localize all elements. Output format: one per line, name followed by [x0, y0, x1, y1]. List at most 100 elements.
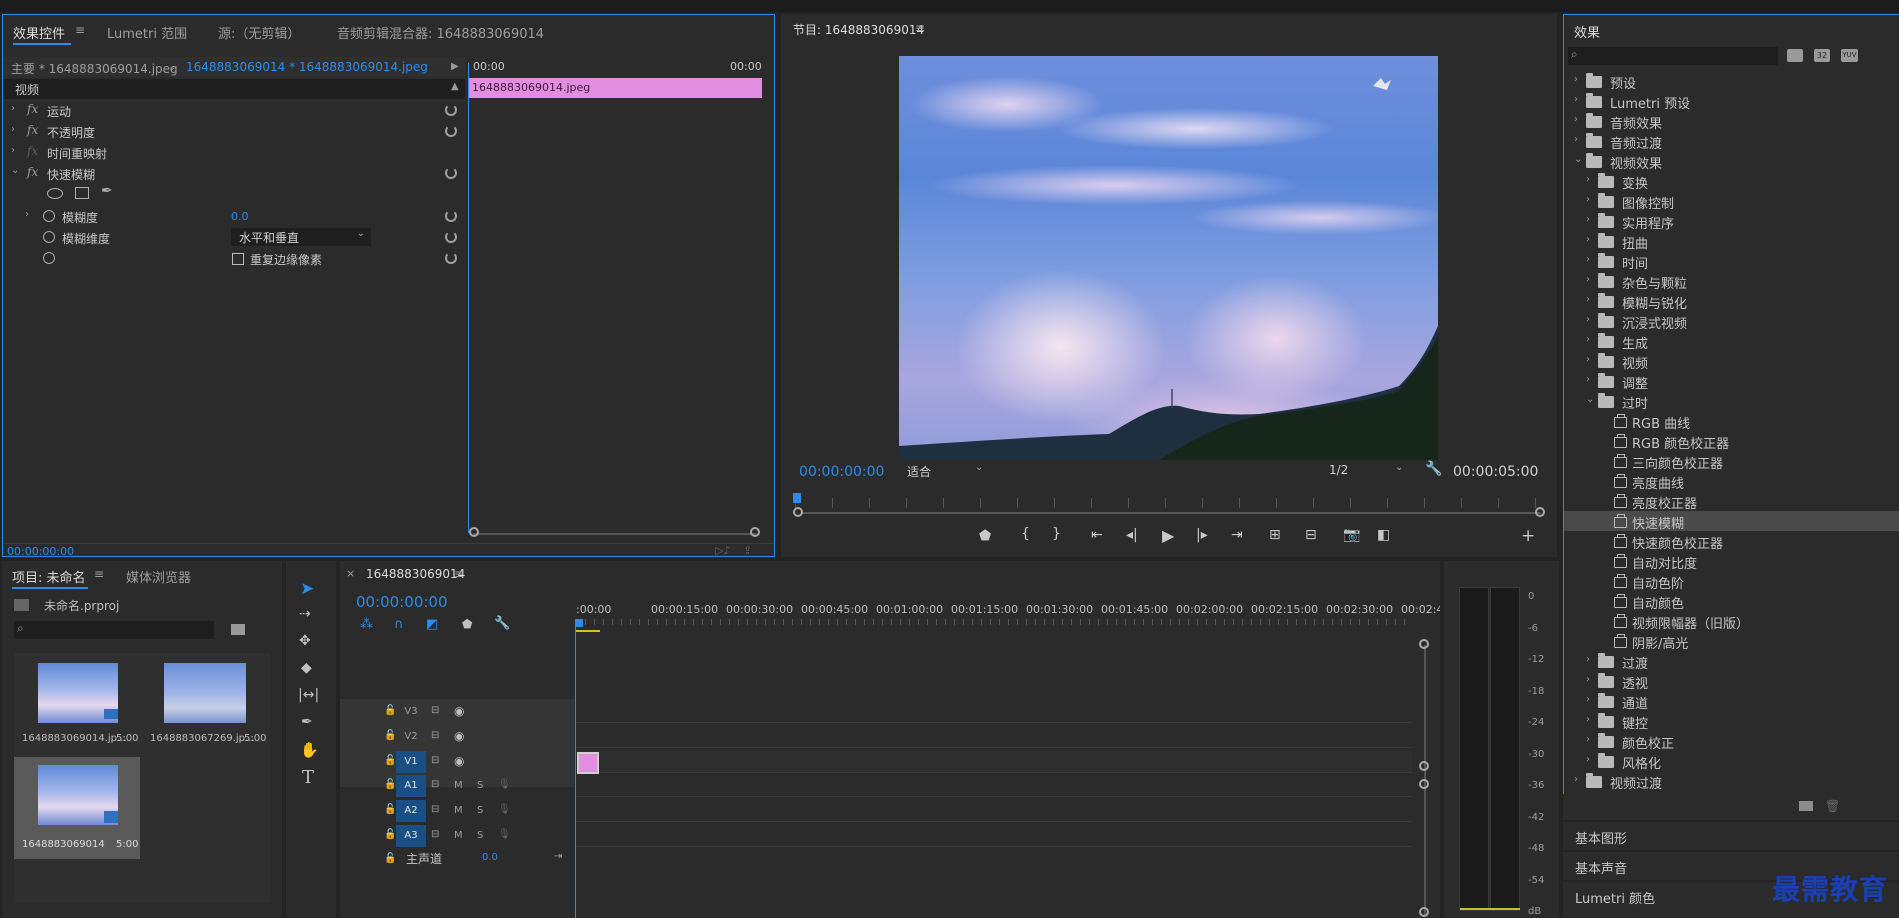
mute-button[interactable]: M [454, 780, 463, 791]
master-track-value[interactable]: 0.0 [482, 852, 498, 863]
tree-item[interactable]: › 风格化 [1564, 751, 1899, 772]
lock-icon[interactable]: 🔓 [384, 779, 396, 790]
tree-item[interactable]: › 变换 [1564, 171, 1899, 192]
program-time-ruler[interactable] [795, 498, 1557, 508]
expand-chevron-icon[interactable]: › [1586, 354, 1590, 365]
sync-lock-icon[interactable]: ⊟ [431, 829, 439, 840]
master-track-lane[interactable] [576, 849, 1412, 871]
expand-chevron-icon[interactable]: › [1586, 234, 1590, 245]
mute-button[interactable]: M [454, 805, 463, 816]
sync-lock-icon[interactable]: ⊟ [431, 755, 439, 766]
expand-chevron-icon[interactable]: › [1586, 674, 1590, 685]
project-item-selected[interactable]: 1648883069014 5:00 [14, 757, 140, 859]
tree-item[interactable]: › 生成 [1564, 331, 1899, 352]
expand-chevron-icon[interactable]: › [11, 103, 15, 114]
pen-tool-icon[interactable]: ✒ [301, 714, 313, 730]
lock-icon[interactable]: 🔓 [384, 705, 396, 716]
yuv-effects-icon[interactable]: YUV [1841, 49, 1858, 62]
sync-lock-icon[interactable]: ⊟ [431, 779, 439, 790]
mute-button[interactable]: M [454, 830, 463, 841]
tree-item[interactable]: ⌄ 视频效果 [1564, 151, 1899, 172]
slip-tool-icon[interactable]: |↔| [298, 687, 319, 703]
settings-wrench-icon[interactable]: 🔧 [1425, 461, 1442, 477]
track-lane[interactable] [576, 751, 1412, 773]
program-timecode[interactable]: 00:00:00:00 [799, 464, 884, 480]
ec-playhead[interactable] [468, 63, 469, 533]
reset-icon[interactable] [445, 210, 457, 222]
close-tab-icon[interactable]: × [346, 567, 355, 580]
comparison-icon[interactable]: ◧ [1377, 527, 1390, 543]
expand-chevron-icon[interactable]: › [11, 124, 15, 135]
delete-icon[interactable]: 🗑 [1825, 799, 1840, 813]
expand-chevron-icon[interactable]: › [11, 145, 15, 156]
expand-chevron-icon[interactable]: › [1586, 654, 1590, 665]
track-lane[interactable] [576, 701, 1412, 723]
menu-icon[interactable]: ≡ [454, 567, 464, 581]
effect-row-motion[interactable]: › fx 运动 [3, 100, 465, 121]
blur-dimension-select[interactable]: 水平和垂直 ⌄ [231, 228, 371, 246]
add-marker-icon[interactable]: ⬟ [462, 617, 472, 631]
eye-icon[interactable]: ◉ [454, 704, 464, 718]
tree-item[interactable]: › 颜色校正 [1564, 731, 1899, 752]
expand-chevron-icon[interactable]: › [1586, 334, 1590, 345]
extract-icon[interactable]: ⊟ [1305, 527, 1317, 543]
mic-icon[interactable]: 🎙 [498, 779, 511, 790]
repeat-edge-checkbox[interactable] [232, 253, 244, 265]
mark-in-icon[interactable]: { [1021, 526, 1030, 542]
track-target-a1[interactable]: A1 [396, 775, 426, 797]
expand-chevron-icon[interactable]: › [1586, 294, 1590, 305]
expand-chevron-icon[interactable]: › [1586, 734, 1590, 745]
timeline-settings-icon[interactable]: 🔧 [494, 616, 510, 631]
menu-icon[interactable]: ≡ [915, 21, 925, 35]
stopwatch-icon[interactable] [43, 210, 55, 222]
track-target-v2[interactable]: V2 [396, 726, 426, 748]
sequence-clip-label[interactable]: 1648883069014 * 1648883069014.jpeg [186, 60, 428, 74]
collapse-chevron-icon[interactable]: ⌄ [1586, 394, 1594, 405]
tree-item[interactable]: › 实用程序 [1564, 211, 1899, 232]
expand-chevron-icon[interactable]: › [1586, 694, 1590, 705]
tab-lumetri-scopes[interactable]: Lumetri 范围 [107, 23, 187, 42]
project-item[interactable]: 1648883069014.jp... 5:00 [14, 653, 140, 755]
expand-chevron-icon[interactable]: › [1586, 374, 1590, 385]
tree-item[interactable]: › 音频过渡 [1564, 131, 1899, 152]
tab-project[interactable]: 项目: 未命名 [12, 567, 86, 586]
mic-icon[interactable]: 🎙 [498, 804, 511, 815]
tree-item[interactable]: 自动颜色 [1564, 591, 1899, 612]
tree-item[interactable]: › 过渡 [1564, 651, 1899, 672]
scroll-handle-left[interactable] [469, 527, 479, 537]
effect-row-fast-blur[interactable]: ⌄ fx 快速模糊 [3, 163, 465, 184]
expand-chevron-icon[interactable]: › [1586, 714, 1590, 725]
eye-icon[interactable]: ◉ [454, 729, 464, 743]
vscroll-handle[interactable] [1419, 779, 1429, 789]
collapse-chevron-icon[interactable]: ⌄ [1574, 154, 1582, 165]
expand-chevron-icon[interactable]: › [1574, 74, 1578, 85]
tree-item[interactable]: › Lumetri 预设 [1564, 91, 1899, 112]
razor-tool-icon[interactable]: ◆ [301, 660, 312, 676]
tree-item[interactable]: › 调整 [1564, 371, 1899, 392]
solo-button[interactable]: S [477, 780, 483, 791]
track-select-tool-icon[interactable]: ⇢ [299, 606, 311, 622]
solo-button[interactable]: S [477, 805, 483, 816]
track-lane[interactable] [576, 825, 1412, 847]
stopwatch-icon[interactable] [43, 231, 55, 243]
new-folder-icon[interactable] [1799, 801, 1813, 811]
tree-item[interactable]: › 视频 [1564, 351, 1899, 372]
tree-item[interactable]: › 模糊与锐化 [1564, 291, 1899, 312]
program-video-frame[interactable] [899, 56, 1438, 460]
ellipse-mask-icon[interactable] [47, 188, 63, 199]
expand-chevron-icon[interactable]: › [1586, 174, 1590, 185]
tab-media-browser[interactable]: 媒体浏览器 [126, 567, 191, 586]
find-bin-icon[interactable] [231, 624, 245, 635]
track-target-a2[interactable]: A2 [396, 800, 426, 822]
essential-graphics-panel[interactable]: 基本图形 [1563, 822, 1899, 850]
track-target-a3[interactable]: A3 [396, 825, 426, 847]
expand-chevron-icon[interactable]: › [1574, 94, 1578, 105]
tree-item[interactable]: › 透视 [1564, 671, 1899, 692]
tree-item[interactable]: 快速模糊 [1564, 511, 1899, 532]
fx-badge-icon[interactable]: fx [27, 123, 38, 137]
reset-icon[interactable] [445, 167, 457, 179]
tree-item[interactable]: 自动对比度 [1564, 551, 1899, 572]
type-tool-icon[interactable]: T [302, 767, 314, 788]
tree-item[interactable]: 快速颜色校正器 [1564, 531, 1899, 552]
expand-chevron-icon[interactable]: › [1574, 774, 1578, 785]
